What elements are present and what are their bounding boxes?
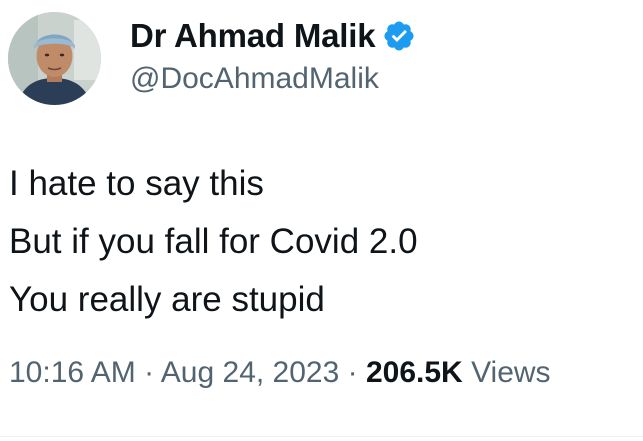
avatar-image — [8, 12, 101, 105]
tweet-card: Dr Ahmad Malik @DocAhmadMalik I hate to … — [0, 0, 643, 441]
avatar[interactable] — [8, 12, 101, 105]
views-count: 206.5K — [365, 356, 463, 389]
display-name[interactable]: Dr Ahmad Malik — [130, 17, 376, 55]
tweet-text-line: But if you fall for Covid 2.0 — [9, 222, 418, 261]
tweet-text: I hate to say this But if you fall for C… — [9, 155, 418, 329]
tweet-text-line: You really are stupid — [9, 280, 325, 319]
verified-badge-icon — [382, 19, 416, 53]
author-handle[interactable]: @DocAhmadMalik — [130, 62, 379, 96]
author-name-row: Dr Ahmad Malik — [130, 14, 416, 58]
divider — [0, 436, 643, 437]
tweet-date[interactable]: Aug 24, 2023 — [161, 356, 340, 389]
tweet-metadata: 10:16 AM · Aug 24, 2023 · 206.5K Views — [9, 356, 551, 390]
meta-separator: · — [347, 356, 358, 389]
views-label: Views — [471, 356, 551, 389]
tweet-time[interactable]: 10:16 AM — [9, 356, 136, 389]
tweet-text-line: I hate to say this — [9, 164, 264, 203]
meta-separator: · — [144, 356, 155, 389]
